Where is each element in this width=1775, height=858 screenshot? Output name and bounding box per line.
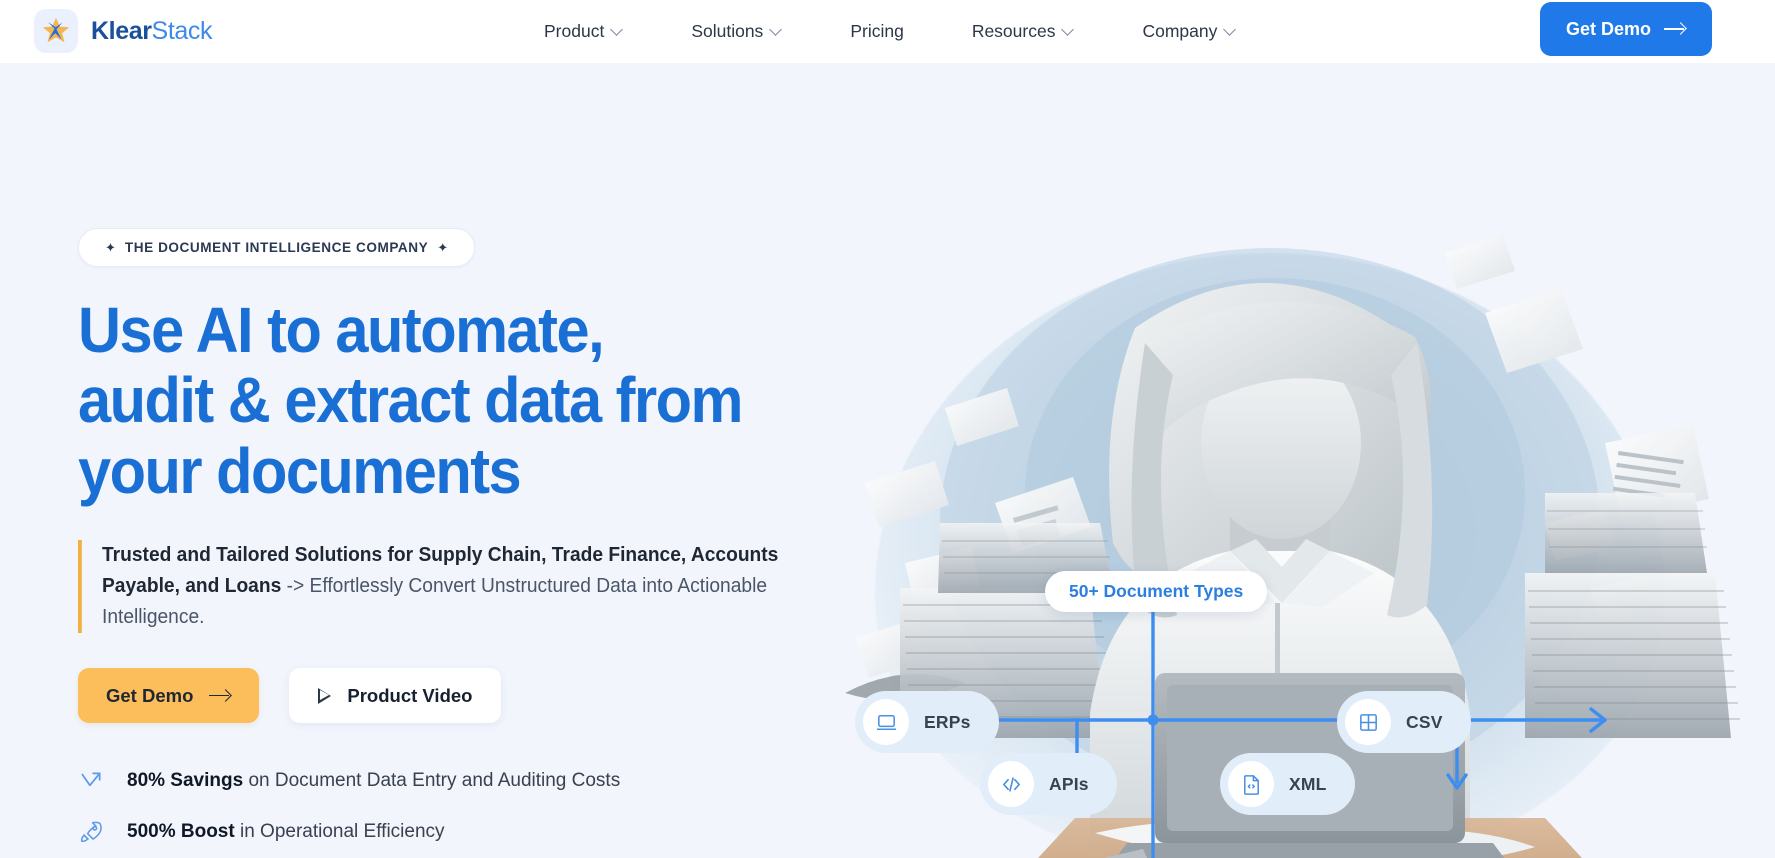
code-brackets-icon <box>988 761 1034 807</box>
hero-copy-column: ✦ THE DOCUMENT INTELLIGENCE COMPANY ✦ Us… <box>78 228 908 845</box>
stat-item-savings: 80% Savings on Document Data Entry and A… <box>78 768 908 794</box>
brand-logo[interactable]: KlearStack <box>34 9 212 53</box>
output-label-apis: APIs <box>1049 773 1089 794</box>
product-video-button[interactable]: Product Video <box>289 668 502 724</box>
stat-text-boost: 500% Boost in Operational Efficiency <box>127 821 445 843</box>
nav-label-resources: Resources <box>971 21 1056 41</box>
hero-illustration: 50+ Document Types ERPs APIs XML CSV <box>845 193 1775 858</box>
klearstack-star-logo-icon <box>34 9 78 53</box>
output-pill-xml[interactable]: XML <box>1220 753 1355 815</box>
chevron-down-icon <box>1063 24 1074 35</box>
rocket-icon <box>78 819 104 845</box>
hero-subcopy: Trusted and Tailored Solutions for Suppl… <box>78 540 788 634</box>
laptop-icon <box>863 699 909 745</box>
stat-value-boost: 500% Boost <box>127 821 235 843</box>
file-code-icon <box>1228 761 1274 807</box>
nav-label-product: Product <box>544 21 605 41</box>
nav-item-company[interactable]: Company <box>1108 0 1270 63</box>
output-label-csv: CSV <box>1406 711 1443 732</box>
chevron-down-icon <box>1225 24 1236 35</box>
output-pill-csv[interactable]: CSV <box>1337 691 1471 753</box>
trending-down-arrow-icon <box>78 768 104 794</box>
product-video-label: Product Video <box>347 684 473 706</box>
stat-item-boost: 500% Boost in Operational Efficiency <box>78 819 908 845</box>
nav-item-solutions[interactable]: Solutions <box>657 0 816 63</box>
tagline-badge: ✦ THE DOCUMENT INTELLIGENCE COMPANY ✦ <box>78 228 476 267</box>
stat-rest-savings: on Document Data Entry and Auditing Cost… <box>243 770 621 792</box>
stat-text-savings: 80% Savings on Document Data Entry and A… <box>127 770 620 792</box>
nav-label-solutions: Solutions <box>691 21 764 41</box>
hero-section: ✦ THE DOCUMENT INTELLIGENCE COMPANY ✦ Us… <box>0 63 1775 858</box>
output-label-erps: ERPs <box>924 711 971 732</box>
nav-label-company: Company <box>1142 21 1218 41</box>
main-nav: Product Solutions Pricing Resources Comp… <box>510 0 1270 63</box>
brand-name: KlearStack <box>91 16 213 45</box>
brand-name-bold: Klear <box>91 16 152 45</box>
nav-label-pricing: Pricing <box>850 21 904 41</box>
hero-headline: Use AI to automate, audit & extract data… <box>78 294 743 507</box>
hero-cta-row: Get Demo Product Video <box>78 668 908 724</box>
tagline-badge-label: THE DOCUMENT INTELLIGENCE COMPANY <box>124 240 429 255</box>
header-get-demo-label: Get Demo <box>1565 18 1651 39</box>
sparkle-icon: ✦ <box>105 240 116 255</box>
landing-page: KlearStack Product Solutions Pricing Res… <box>0 0 1775 858</box>
hero-get-demo-label: Get Demo <box>106 684 194 706</box>
output-pill-apis[interactable]: APIs <box>980 753 1117 815</box>
sparkle-icon: ✦ <box>437 240 449 255</box>
arrow-right-icon <box>1664 22 1686 36</box>
play-icon <box>318 687 332 704</box>
arrow-right-icon <box>209 689 231 703</box>
chevron-down-icon <box>771 24 782 35</box>
hero-get-demo-button[interactable]: Get Demo <box>78 668 260 724</box>
document-types-pill: 50+ Document Types <box>1045 571 1268 612</box>
stat-value-savings: 80% Savings <box>127 770 244 792</box>
nav-item-pricing[interactable]: Pricing <box>816 0 938 63</box>
header-get-demo-button[interactable]: Get Demo <box>1539 2 1712 56</box>
chevron-down-icon <box>612 24 623 35</box>
stat-rest-boost: in Operational Efficiency <box>234 821 445 843</box>
site-header: KlearStack Product Solutions Pricing Res… <box>0 0 1775 63</box>
nav-item-product[interactable]: Product <box>510 0 657 63</box>
table-grid-icon <box>1345 699 1391 745</box>
output-label-xml: XML <box>1289 773 1327 794</box>
nav-item-resources[interactable]: Resources <box>938 0 1109 63</box>
brand-name-light: Stack <box>151 16 213 45</box>
hero-stats-list: 80% Savings on Document Data Entry and A… <box>78 768 908 845</box>
output-pill-erps[interactable]: ERPs <box>855 691 999 753</box>
